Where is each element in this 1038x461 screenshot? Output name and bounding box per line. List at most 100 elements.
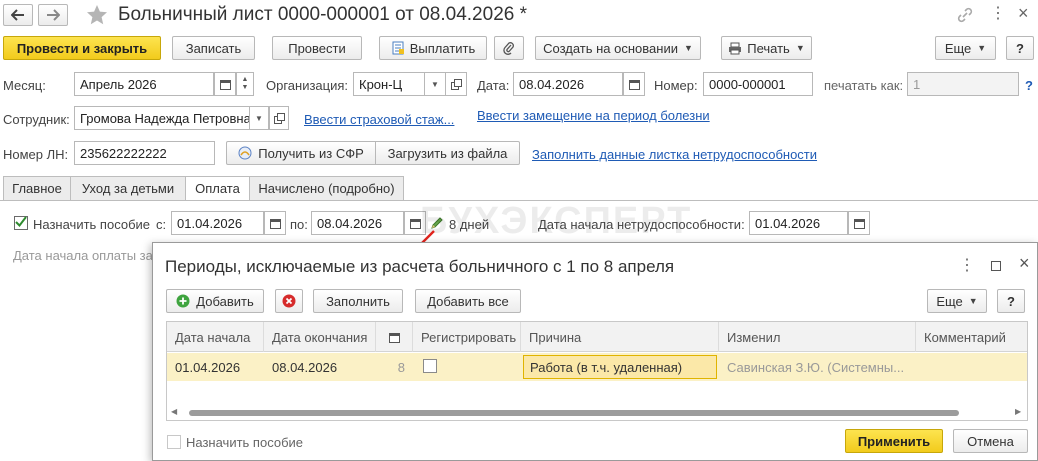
- col-reason[interactable]: Причина: [521, 322, 719, 352]
- date-calendar-button[interactable]: [623, 72, 645, 96]
- assign-benefit-label: Назначить пособие: [33, 217, 151, 232]
- close-icon[interactable]: ×: [1019, 253, 1030, 274]
- calendar-icon: [628, 79, 640, 90]
- cell-start-date[interactable]: 01.04.2026: [167, 353, 264, 381]
- date-field[interactable]: 08.04.2026: [513, 72, 623, 96]
- fill-sick-leave-link[interactable]: Заполнить данные листка нетрудоспособнос…: [532, 147, 817, 162]
- open-icon: [273, 112, 285, 124]
- calendar-icon: [409, 218, 421, 229]
- load-from-file-button[interactable]: Загрузить из файла: [375, 141, 520, 165]
- back-arrow-icon: [11, 9, 24, 21]
- month-calendar-button[interactable]: [214, 72, 236, 96]
- printer-icon: [729, 42, 742, 54]
- organization-dropdown[interactable]: ▼: [424, 72, 446, 96]
- delete-icon: [282, 294, 296, 308]
- delete-button[interactable]: [275, 289, 303, 313]
- replacement-link[interactable]: Ввести замещение на период болезни: [477, 108, 710, 123]
- table-header: Дата начала Дата окончания Регистрироват…: [167, 322, 1027, 352]
- scroll-left-arrow[interactable]: ◀: [171, 407, 177, 416]
- col-register[interactable]: Регистрировать: [413, 322, 521, 352]
- star-icon[interactable]: [86, 4, 108, 26]
- add-button[interactable]: Добавить: [166, 289, 264, 313]
- col-comment[interactable]: Комментарий: [916, 322, 1027, 352]
- link-icon[interactable]: [957, 7, 973, 23]
- number-field[interactable]: 0000-000001: [703, 72, 813, 96]
- post-and-close-button[interactable]: Провести и закрыть: [3, 36, 161, 60]
- ln-number-field[interactable]: 235622222222: [74, 141, 215, 165]
- dialog-more-button[interactable]: Еще ▼: [927, 289, 987, 313]
- employee-dropdown[interactable]: ▼: [249, 106, 269, 130]
- table-row[interactable]: 01.04.2026 08.04.2026 8 Работа (в т.ч. у…: [167, 353, 1027, 381]
- fill-button[interactable]: Заполнить: [313, 289, 403, 313]
- cell-end-date[interactable]: 08.04.2026: [264, 353, 376, 381]
- cancel-button[interactable]: Отмена: [953, 429, 1028, 453]
- back-button[interactable]: [3, 4, 33, 26]
- col-start-date[interactable]: Дата начала: [167, 322, 264, 352]
- cell-reason[interactable]: Работа (в т.ч. удаленная): [523, 355, 717, 379]
- col-days[interactable]: [376, 322, 413, 352]
- employee-field[interactable]: Громова Надежда Петровна: [74, 106, 250, 130]
- add-icon: [176, 294, 190, 308]
- benefit-from-calendar[interactable]: [264, 211, 286, 235]
- tab-payment[interactable]: Оплата: [185, 176, 250, 201]
- more-button[interactable]: Еще ▼: [935, 36, 996, 60]
- benefit-from-field[interactable]: 01.04.2026: [171, 211, 264, 235]
- horizontal-scrollbar[interactable]: ◀ ▶: [167, 406, 1027, 420]
- col-end-date[interactable]: Дата окончания: [264, 322, 376, 352]
- calendar-icon: [269, 218, 281, 229]
- pay-label: Выплатить: [409, 40, 476, 56]
- tab-childcare[interactable]: Уход за детьми: [70, 176, 186, 201]
- dialog-title: Периоды, исключаемые из расчета больничн…: [165, 257, 675, 276]
- more-icon[interactable]: ⋮: [990, 4, 1006, 24]
- print-button[interactable]: Печать ▼: [721, 36, 812, 60]
- number-label: Номер:: [654, 78, 698, 93]
- save-button[interactable]: Записать: [172, 36, 255, 60]
- print-as-label: печатать как:: [824, 78, 904, 93]
- paperclip-icon: [503, 42, 514, 55]
- add-all-button[interactable]: Добавить все: [415, 289, 521, 313]
- get-from-sfr-button[interactable]: Получить из СФР: [226, 141, 376, 165]
- tab-main[interactable]: Главное: [3, 176, 71, 201]
- col-changed-by[interactable]: Изменил: [719, 322, 916, 352]
- month-field[interactable]: Апрель 2026: [74, 72, 214, 96]
- calendar-icon: [853, 218, 865, 229]
- incapacity-start-calendar[interactable]: [848, 211, 870, 235]
- cell-comment[interactable]: [916, 353, 1027, 381]
- payment-start-label: Дата начала оплаты за: [13, 248, 153, 263]
- apply-button[interactable]: Применить: [845, 429, 943, 453]
- organization-open-button[interactable]: [445, 72, 467, 96]
- month-stepper[interactable]: ▲ ▼: [236, 72, 254, 96]
- sfr-logo-icon: [238, 146, 252, 160]
- forward-button[interactable]: [38, 4, 68, 26]
- assign-benefit-checkbox[interactable]: [14, 216, 28, 230]
- help-button[interactable]: ?: [1006, 36, 1034, 60]
- organization-field[interactable]: Крон-Ц: [353, 72, 425, 96]
- incapacity-start-field[interactable]: 01.04.2026: [749, 211, 848, 235]
- periods-table: Дата начала Дата окончания Регистрироват…: [166, 321, 1028, 421]
- more-icon[interactable]: ⋮: [959, 255, 975, 275]
- print-as-help[interactable]: ?: [1025, 78, 1033, 93]
- scroll-thumb[interactable]: [189, 410, 959, 416]
- attach-button[interactable]: [494, 36, 524, 60]
- chevron-down-icon: ▼: [977, 43, 987, 53]
- scroll-right-arrow[interactable]: ▶: [1015, 407, 1021, 416]
- employee-open-button[interactable]: [269, 106, 289, 130]
- create-based-button[interactable]: Создать на основании ▼: [535, 36, 701, 60]
- dialog-help-button[interactable]: ?: [997, 289, 1025, 313]
- register-checkbox[interactable]: [423, 359, 437, 373]
- post-button[interactable]: Провести: [272, 36, 362, 60]
- benefit-to-field[interactable]: 08.04.2026: [311, 211, 404, 235]
- open-icon: [450, 78, 462, 90]
- pay-button[interactable]: Выплатить: [379, 36, 487, 60]
- tab-accrued-detailed[interactable]: Начислено (подробно): [249, 176, 404, 201]
- cell-changed-by[interactable]: Савинская З.Ю. (Системны...: [719, 353, 915, 381]
- reason-value: Работа (в т.ч. удаленная): [530, 359, 683, 375]
- forward-arrow-icon: [47, 9, 60, 21]
- cell-days[interactable]: 8: [376, 353, 413, 381]
- organization-label: Организация:: [266, 78, 349, 93]
- document-icon: [392, 41, 404, 55]
- close-icon[interactable]: ×: [1018, 3, 1029, 24]
- maximize-icon[interactable]: [991, 261, 1001, 271]
- month-label: Месяц:: [3, 78, 46, 93]
- insurance-experience-link[interactable]: Ввести страховой стаж...: [304, 112, 454, 127]
